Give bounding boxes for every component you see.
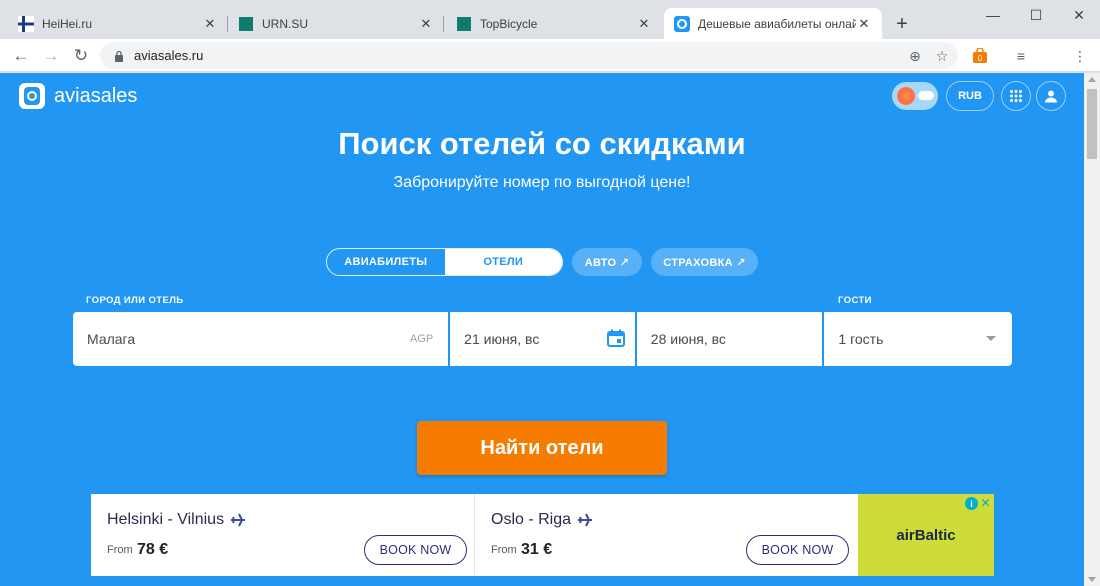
airplane-icon bbox=[231, 513, 246, 527]
ad-offer[interactable]: Helsinki - Vilnius From 78 € BOOK NOW bbox=[91, 494, 474, 576]
bookmark-star-icon[interactable]: ☆ bbox=[932, 46, 952, 66]
route-text: Oslo - Riga bbox=[491, 511, 572, 528]
close-tab-icon[interactable]: ✕ bbox=[418, 16, 434, 32]
checkin-value: 21 июня, вс bbox=[464, 331, 540, 347]
scroll-down-arrow-icon[interactable] bbox=[1088, 577, 1096, 582]
minimize-button[interactable]: — bbox=[970, 0, 1016, 30]
airplane-icon bbox=[578, 513, 593, 527]
sun-icon bbox=[897, 87, 915, 105]
tab-cars[interactable]: АВТО ↗ bbox=[572, 248, 642, 276]
book-now-button[interactable]: BOOK NOW bbox=[364, 535, 467, 565]
new-tab-button[interactable]: + bbox=[890, 12, 914, 36]
lock-icon bbox=[115, 50, 123, 62]
ad-route: Oslo - Riga bbox=[491, 511, 593, 529]
svg-text:0: 0 bbox=[978, 54, 983, 63]
chevron-down-icon bbox=[986, 336, 996, 341]
ad-route: Helsinki - Vilnius bbox=[107, 511, 246, 529]
logo-text: aviasales bbox=[54, 84, 138, 107]
tab-title: TopBicycle bbox=[480, 16, 538, 31]
search-hotels-button[interactable]: Найти отели bbox=[417, 421, 667, 475]
grid-icon bbox=[1010, 90, 1022, 102]
calendar-icon[interactable] bbox=[606, 329, 625, 347]
ad-banner: Helsinki - Vilnius From 78 € BOOK NOW Os… bbox=[91, 494, 994, 576]
apps-button[interactable] bbox=[1001, 81, 1031, 111]
close-tab-icon[interactable]: ✕ bbox=[856, 16, 872, 32]
back-button[interactable]: ← bbox=[8, 43, 34, 69]
address-bar[interactable]: aviasales.ru ⊕ ☆ bbox=[100, 42, 958, 69]
close-tab-icon[interactable]: ✕ bbox=[636, 16, 652, 32]
guests-field[interactable]: 1 гость bbox=[824, 312, 1012, 366]
tab-title: Дешевые авиабилеты онлайн, це bbox=[698, 16, 856, 31]
city-value: Малага bbox=[87, 331, 136, 347]
maximize-button[interactable]: ☐ bbox=[1013, 0, 1059, 30]
checkout-value: 28 июня, вс bbox=[650, 331, 726, 347]
profile-button[interactable] bbox=[1036, 81, 1066, 111]
page-content: aviasales RUB Поиск отелей со скидками З… bbox=[0, 73, 1084, 586]
logo[interactable]: aviasales bbox=[18, 82, 137, 110]
user-icon bbox=[1045, 90, 1057, 103]
page-subtitle: Забронируйте номер по выгодной цене! bbox=[393, 174, 691, 191]
close-ad-icon[interactable]: ✕ bbox=[979, 496, 992, 510]
tab-flights[interactable]: АВИАБИЛЕТЫ bbox=[327, 249, 445, 275]
url-text: aviasales.ru bbox=[134, 48, 204, 63]
guests-value: 1 гость bbox=[838, 331, 884, 347]
from-label: From bbox=[107, 544, 133, 556]
checkin-field[interactable]: 21 июня, вс bbox=[450, 312, 635, 366]
theme-toggle[interactable] bbox=[892, 82, 938, 110]
tab-title: URN.SU bbox=[262, 16, 309, 31]
mode-switcher: АВИАБИЛЕТЫ ОТЕЛИ bbox=[326, 248, 563, 276]
scrollbar-thumb[interactable] bbox=[1087, 89, 1097, 159]
adchoices-icon[interactable]: i bbox=[965, 497, 978, 510]
currency-button[interactable]: RUB bbox=[946, 81, 994, 111]
reload-button[interactable]: ↻ bbox=[68, 43, 94, 69]
teal-square-icon bbox=[239, 16, 253, 31]
finland-flag-icon bbox=[18, 15, 34, 32]
scroll-up-arrow-icon[interactable] bbox=[1088, 77, 1096, 82]
book-now-button[interactable]: BOOK NOW bbox=[746, 535, 849, 565]
extension-icon[interactable]: 0 bbox=[970, 46, 990, 66]
ad-price: 31 € bbox=[521, 541, 553, 558]
tab-urn[interactable]: URN.SU ✕ bbox=[228, 8, 444, 39]
checkout-field[interactable]: 28 июня, вс bbox=[636, 312, 823, 366]
media-queue-icon[interactable]: ≡ bbox=[1011, 46, 1031, 66]
tab-insurance[interactable]: СТРАХОВКА ↗ bbox=[651, 248, 758, 276]
route-text: Helsinki - Vilnius bbox=[107, 511, 225, 528]
browser-toolbar: ← → ↻ aviasales.ru ⊕ ☆ 0 ≡ ⋮ bbox=[0, 39, 1100, 72]
tab-aviasales[interactable]: Дешевые авиабилеты онлайн, це ✕ bbox=[664, 8, 882, 39]
hotel-search-form: Малага AGP 21 июня, вс 28 июня, вс 1 гос… bbox=[73, 312, 1012, 366]
close-window-button[interactable]: ✕ bbox=[1056, 0, 1100, 30]
cloud-icon bbox=[918, 91, 934, 100]
ad-offer[interactable]: Oslo - Riga From 31 € BOOK NOW bbox=[475, 494, 858, 576]
tab-topbicycle[interactable]: TopBicycle ✕ bbox=[446, 8, 662, 39]
teal-square-icon bbox=[457, 16, 471, 31]
page-title: Поиск отелей со скидками bbox=[338, 126, 746, 161]
tab-title: HeiHei.ru bbox=[42, 16, 93, 31]
tab-heihei[interactable]: HeiHei.ru ✕ bbox=[8, 8, 228, 39]
browser-menu-icon[interactable]: ⋮ bbox=[1070, 46, 1090, 66]
from-label: From bbox=[491, 544, 517, 556]
city-label: ГОРОД ИЛИ ОТЕЛЬ bbox=[86, 295, 184, 306]
shopping-bag-icon: 0 bbox=[973, 48, 987, 63]
guests-label: ГОСТИ bbox=[838, 295, 872, 306]
tab-strip: HeiHei.ru ✕ URN.SU ✕ TopBicycle ✕ Дешевы… bbox=[0, 0, 1100, 39]
install-app-icon[interactable]: ⊕ bbox=[905, 46, 925, 66]
aviasales-icon bbox=[674, 15, 690, 32]
close-tab-icon[interactable]: ✕ bbox=[202, 16, 218, 32]
city-field[interactable]: Малага AGP bbox=[73, 312, 449, 366]
airport-code: AGP bbox=[409, 333, 434, 345]
aviasales-logo-icon bbox=[19, 83, 45, 109]
forward-button[interactable]: → bbox=[38, 43, 64, 69]
tab-hotels[interactable]: ОТЕЛИ bbox=[444, 249, 562, 275]
ad-price: 78 € bbox=[137, 541, 169, 558]
page-scrollbar[interactable] bbox=[1084, 73, 1100, 586]
